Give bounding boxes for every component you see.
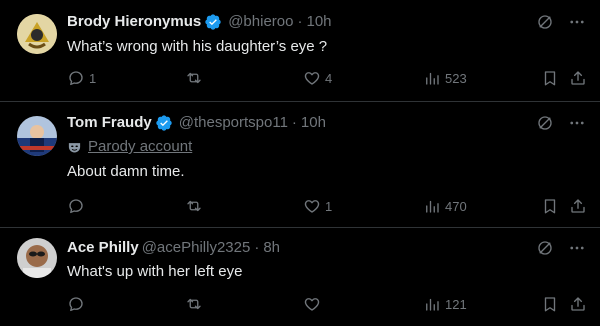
bookmark-button[interactable]	[541, 68, 559, 88]
timestamp[interactable]: 10h	[306, 12, 331, 32]
bookmark-button[interactable]	[541, 196, 559, 216]
more-icon[interactable]	[568, 114, 586, 132]
parody-mask-icon	[68, 142, 81, 152]
reply-button[interactable]	[67, 294, 89, 314]
like-count: 1	[325, 198, 333, 214]
retweet-icon	[187, 298, 201, 310]
timestamp[interactable]: 10h	[301, 113, 326, 133]
timestamp[interactable]: 8h	[263, 238, 280, 258]
avatar[interactable]	[17, 238, 57, 278]
separator-dot: ·	[291, 114, 297, 131]
tweet-header: Tom Fraudy @thesportspo11 · 10h	[67, 113, 326, 133]
retweet-icon	[187, 200, 201, 212]
views-button[interactable]: 523	[423, 68, 467, 88]
grok-icon[interactable]	[536, 13, 554, 31]
like-icon	[304, 298, 320, 311]
views-icon	[426, 72, 439, 85]
more-icon[interactable]	[568, 13, 586, 31]
tweet[interactable]: Brody Hieronymus @bhieroo · 10h What’s w…	[0, 0, 600, 102]
share-button[interactable]	[569, 196, 587, 216]
more-icon[interactable]	[568, 239, 586, 257]
like-icon	[304, 72, 320, 85]
views-count: 470	[445, 198, 467, 214]
views-icon	[426, 298, 439, 311]
retweet-button[interactable]	[185, 68, 207, 88]
share-button[interactable]	[569, 68, 587, 88]
parody-label[interactable]: Parody account	[67, 137, 192, 157]
tweet-text: About damn time.	[67, 163, 185, 180]
share-icon	[571, 71, 585, 85]
share-icon	[571, 297, 585, 311]
author-handle[interactable]: @acePhilly2325	[142, 238, 251, 258]
action-bar: 1 470	[67, 196, 589, 216]
like-button[interactable]	[303, 294, 325, 314]
like-button[interactable]: 1	[303, 196, 332, 216]
verified-badge-icon	[156, 115, 172, 131]
tweet[interactable]: Tom Fraudy @thesportspo11 · 10h Parody a…	[0, 102, 600, 228]
author-name[interactable]: Ace Philly	[67, 238, 139, 258]
author-name[interactable]: Brody Hieronymus	[67, 12, 201, 32]
action-bar: 121	[67, 294, 589, 314]
retweet-button[interactable]	[185, 196, 207, 216]
tweet-header: Ace Philly @acePhilly2325 · 8h	[67, 238, 280, 258]
verified-badge-icon	[205, 14, 221, 30]
like-count: 4	[325, 70, 333, 86]
reply-icon	[69, 199, 83, 214]
reply-icon	[69, 297, 83, 312]
views-button[interactable]: 470	[423, 196, 467, 216]
reply-icon	[69, 71, 83, 86]
reply-count: 1	[89, 70, 97, 86]
share-button[interactable]	[569, 294, 587, 314]
separator-dot: ·	[297, 13, 303, 30]
like-button[interactable]: 4	[303, 68, 332, 88]
tweet[interactable]: Ace Philly @acePhilly2325 · 8h What's up…	[0, 228, 600, 326]
action-bar: 1 4 523	[67, 68, 589, 88]
tweet-header: Brody Hieronymus @bhieroo · 10h	[67, 12, 332, 32]
author-handle[interactable]: @thesportspo11	[179, 113, 288, 133]
avatar[interactable]	[17, 116, 57, 156]
like-icon	[304, 200, 320, 213]
tweet-text: What’s wrong with his daughter’s eye ?	[67, 38, 328, 55]
bookmark-icon	[544, 199, 556, 214]
share-icon	[571, 199, 585, 213]
parody-account-link[interactable]: Parody account	[88, 137, 192, 157]
author-name[interactable]: Tom Fraudy	[67, 113, 152, 133]
grok-icon[interactable]	[536, 239, 554, 257]
retweet-icon	[187, 72, 201, 84]
tweet-text: What's up with her left eye	[67, 263, 243, 280]
bookmark-icon	[544, 297, 556, 312]
reply-button[interactable]	[67, 196, 89, 216]
separator-dot: ·	[254, 239, 260, 256]
author-handle[interactable]: @bhieroo	[228, 12, 293, 32]
views-count: 523	[445, 70, 467, 86]
views-count: 121	[445, 296, 467, 312]
reply-button[interactable]: 1	[67, 68, 96, 88]
avatar[interactable]	[17, 14, 57, 54]
bookmark-button[interactable]	[541, 294, 559, 314]
views-button[interactable]: 121	[423, 294, 467, 314]
retweet-button[interactable]	[185, 294, 207, 314]
views-icon	[426, 200, 439, 213]
bookmark-icon	[544, 71, 556, 86]
grok-icon[interactable]	[536, 114, 554, 132]
